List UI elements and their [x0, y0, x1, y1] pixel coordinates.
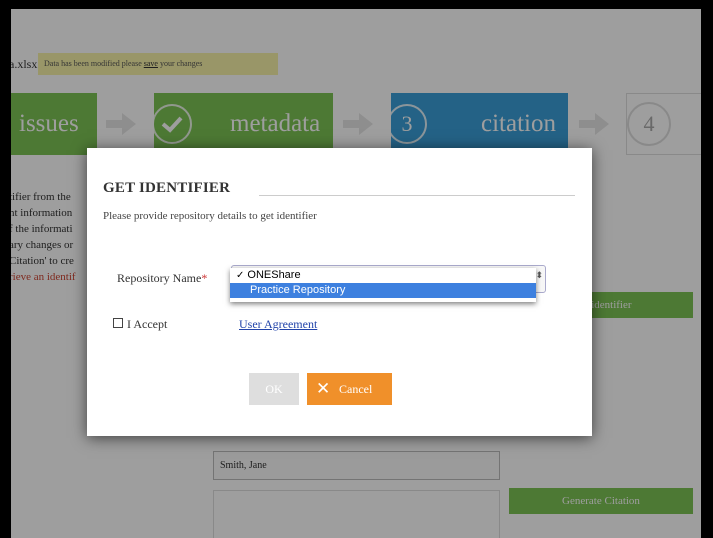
- repository-label-text: Repository Name: [117, 271, 202, 285]
- title-divider: [259, 195, 575, 196]
- get-identifier-dialog: GET IDENTIFIER Please provide repository…: [87, 148, 592, 436]
- ok-button[interactable]: OK: [249, 373, 299, 405]
- dialog-description: Please provide repository details to get…: [103, 210, 317, 222]
- cancel-label: Cancel: [339, 382, 373, 396]
- option-oneshare[interactable]: ✓ ONEShare: [230, 268, 536, 283]
- close-icon: ✕: [316, 379, 331, 399]
- repository-dropdown-list[interactable]: ✓ ONEShare Practice Repository: [230, 268, 536, 302]
- accept-label: I Accept: [127, 317, 168, 331]
- user-agreement-link[interactable]: User Agreement: [239, 317, 317, 332]
- option-practice-repository[interactable]: Practice Repository: [230, 283, 536, 298]
- dialog-title: GET IDENTIFIER: [103, 180, 231, 196]
- app-frame: a.xlsx Data has been modified please sav…: [11, 9, 701, 538]
- checkmark-icon: ✓: [236, 270, 245, 281]
- checkbox-icon[interactable]: [113, 318, 123, 328]
- required-mark: *: [201, 271, 208, 285]
- select-arrows-icon: ⬍: [535, 271, 543, 281]
- option-label: ONEShare: [247, 269, 301, 281]
- repository-name-label: Repository Name*: [117, 271, 207, 286]
- option-label: Practice Repository: [250, 284, 346, 296]
- accept-checkbox[interactable]: I Accept: [113, 317, 167, 332]
- cancel-button[interactable]: ✕ Cancel: [307, 373, 392, 405]
